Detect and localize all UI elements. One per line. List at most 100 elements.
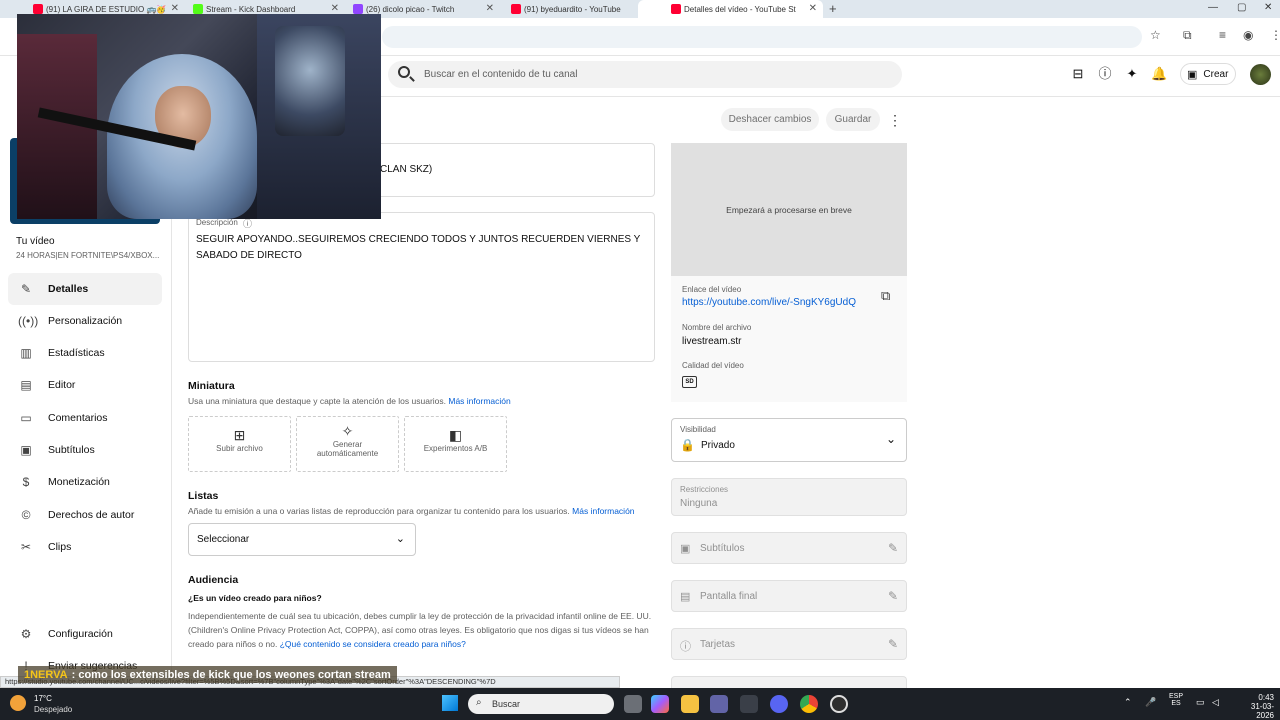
extensions-icon[interactable]: ⧉ (1183, 28, 1192, 43)
upload-file-button[interactable]: ⊞ Subir archivo (188, 416, 291, 472)
sidebar-item-details[interactable]: ✎ Detalles (8, 273, 162, 305)
menu-icon[interactable]: ⋮ (1270, 28, 1280, 42)
chat-username: 1NERVA (24, 668, 68, 681)
copilot-icon[interactable] (651, 695, 669, 713)
next-card[interactable] (671, 676, 907, 688)
cards-card[interactable]: ⓘ Tarjetas ✎ (671, 628, 907, 660)
chevron-down-icon: ⌄ (395, 533, 405, 545)
edit-pencil-icon[interactable]: ✎ (888, 637, 898, 651)
edit-pencil-icon[interactable]: ✎ (888, 541, 898, 555)
playlists-more-info-link[interactable]: Más información (572, 506, 634, 516)
audience-text: Independientemente de cuál sea tu ubicac… (188, 609, 656, 651)
undo-changes-button[interactable]: Deshacer cambios (721, 108, 819, 131)
close-tab-icon[interactable]: ✕ (809, 3, 817, 14)
video-link[interactable]: https://youtube.com/live/-SngKY6gUdQ (682, 297, 856, 308)
windows-start-icon[interactable] (442, 695, 458, 711)
obs-icon[interactable] (830, 695, 848, 713)
help-icon[interactable]: ⓘ (1097, 66, 1113, 82)
subtitles-card-label: Subtítulos (700, 543, 745, 554)
sidebar-item-label: Monetización (48, 476, 110, 488)
tray-chevron-icon[interactable]: ⌃ (1124, 697, 1132, 708)
subtitles-card[interactable]: ▣ Subtítulos ✎ (671, 532, 907, 564)
made-for-kids-link[interactable]: ¿Qué contenido se considera creado para … (280, 639, 466, 649)
copy-icon[interactable]: ⧉ (881, 288, 890, 304)
volume-icon[interactable]: ◁ (1212, 697, 1219, 708)
avatar[interactable] (1250, 64, 1271, 85)
ab-test-button[interactable]: ◧ Experimentos A/B (404, 416, 507, 472)
channel-search[interactable]: Buscar en el contenido de tu canal (388, 61, 902, 88)
sidebar-item-copyright[interactable]: © Derechos de autor (8, 499, 162, 531)
sparkle-icon: ✧ (341, 423, 354, 439)
minimize-icon[interactable]: — (1208, 2, 1218, 13)
save-button[interactable]: Guardar (826, 108, 880, 131)
chat-message: : como los extensibles de kick que los w… (71, 668, 391, 681)
search-icon: ⌕ (476, 697, 482, 708)
file-explorer-icon[interactable] (681, 695, 699, 713)
processing-text: Empezará a procesarse en breve (726, 205, 852, 215)
sidebar-item-customization[interactable]: ((•)) Personalización (8, 305, 162, 337)
new-tab-button[interactable]: + (829, 1, 837, 16)
subtitles-icon: ▣ (680, 543, 691, 555)
sidebar-item-comments[interactable]: ▭ Comentarios (8, 402, 162, 434)
network-icon[interactable]: ▭ (1196, 697, 1205, 708)
sd-quality-icon: SD (682, 376, 697, 388)
visibility-select[interactable]: Visibilidad 🔒 Privado ⌄ (671, 418, 907, 462)
task-view-icon[interactable] (624, 695, 642, 713)
close-window-icon[interactable]: ✕ (1264, 2, 1272, 13)
teams-icon[interactable] (710, 695, 728, 713)
browser-tab-active[interactable]: Detalles del vídeo - YouTube St ✕ (638, 0, 823, 18)
edit-pencil-icon[interactable]: ✎ (888, 589, 898, 603)
youtube-favicon-icon (33, 4, 43, 14)
taskbar: 17°C Despejado ⌕ Buscar ⌃ 🎤 ESP ES ▭ ◁ 0… (0, 688, 1280, 720)
taskbar-search[interactable]: ⌕ Buscar (468, 694, 614, 714)
discord-icon[interactable] (770, 695, 788, 713)
info-icon: ⓘ (680, 641, 691, 653)
notifications-icon[interactable]: 🔔 (1151, 66, 1167, 82)
playlist-select[interactable]: Seleccionar ⌄ (188, 523, 416, 556)
profile-icon[interactable]: ◉ (1243, 28, 1253, 42)
youtube-favicon-icon (511, 4, 521, 14)
bookmark-star-icon[interactable]: ☆ (1150, 28, 1161, 42)
chrome-icon[interactable] (800, 695, 818, 713)
visibility-value: Privado (701, 440, 735, 451)
sidebar-item-label: Editor (48, 379, 76, 391)
audience-title: Audiencia (188, 574, 239, 586)
microphone-icon[interactable]: 🎤 (1145, 697, 1156, 708)
sidebar-item-subtitles[interactable]: ▣ Subtítulos (8, 434, 162, 466)
more-options-icon[interactable]: ⋮ (888, 112, 902, 129)
maximize-icon[interactable]: ▢ (1237, 2, 1246, 13)
sidebar-item-label: Estadísticas (48, 347, 105, 359)
cards-card-label: Tarjetas (700, 639, 736, 650)
app-icon[interactable] (740, 695, 758, 713)
sidebar-item-editor[interactable]: ▤ Editor (8, 369, 162, 401)
sidebar-item-settings[interactable]: ⚙ Configuración (8, 618, 162, 650)
sidebar-item-analytics[interactable]: ▥ Estadísticas (8, 337, 162, 369)
auto-generate-button[interactable]: ✧ Generar automáticamente (296, 416, 399, 472)
tab-title: Stream - Kick Dashboard (206, 4, 296, 14)
end-screen-card[interactable]: ▤ Pantalla final ✎ (671, 580, 907, 612)
search-input[interactable]: Buscar en el contenido de tu canal (424, 69, 577, 80)
sparkle-icon[interactable]: ✦ (1124, 66, 1140, 82)
broadcast-icon: ((•)) (18, 314, 39, 328)
sidebar-item-monetization[interactable]: $ Monetización (8, 466, 162, 498)
restrictions-label: Restricciones (680, 485, 729, 494)
url-field[interactable] (382, 26, 1142, 48)
reading-list-icon[interactable]: ≡ (1219, 28, 1226, 42)
wall-poster (275, 26, 345, 136)
filename-label: Nombre del archivo (682, 323, 752, 332)
feedback-icon[interactable]: ⊟ (1070, 66, 1086, 82)
restrictions-value: Ninguna (680, 498, 718, 509)
weather-sun-icon[interactable] (10, 695, 26, 711)
language-indicator[interactable]: ESP ES (1169, 693, 1183, 707)
playlist-select-value: Seleccionar (197, 534, 250, 545)
tab-title: Detalles del vídeo - YouTube St (684, 4, 796, 14)
weather-temperature: 17°C (34, 694, 52, 703)
clock[interactable]: 0:43 31-03-2026 (1234, 693, 1274, 720)
create-button[interactable]: ▣ Crear (1180, 63, 1236, 85)
thumbnail-more-info-link[interactable]: Más información (448, 396, 510, 406)
browser-tab[interactable]: (91) byeduardito - YouTube ✕ (478, 0, 663, 18)
editor-icon: ▤ (20, 378, 32, 392)
playlists-subtitle: Añade tu emisión a una o varias listas d… (188, 506, 635, 516)
ab-test-icon: ◧ (448, 427, 463, 443)
sidebar-item-clips[interactable]: ✂ Clips (8, 531, 162, 563)
